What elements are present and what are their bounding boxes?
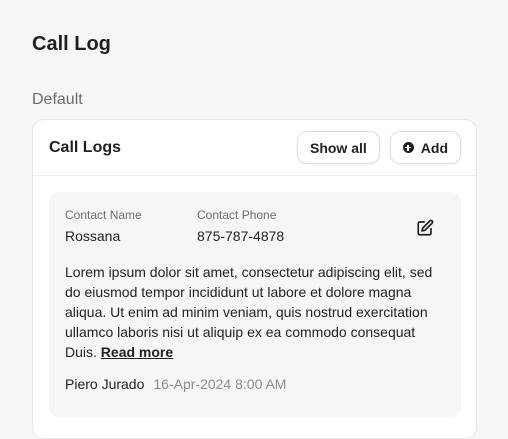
contact-name-value: Rossana xyxy=(65,228,121,244)
section-label: Default xyxy=(32,91,83,108)
contact-phone-label: Contact Phone xyxy=(197,208,277,222)
show-all-label: Show all xyxy=(309,139,367,156)
show-all-button[interactable]: Show all xyxy=(296,131,380,164)
log-author: Piero Jurado xyxy=(65,376,145,392)
card-header: Call Logs Show all Add xyxy=(33,120,476,176)
log-meta: Piero Jurado 16-Apr-2024 8:00 AM xyxy=(65,376,445,392)
log-timestamp: 16-Apr-2024 8:00 AM xyxy=(153,376,287,392)
contact-phone-value: 875-787-4878 xyxy=(197,228,285,244)
card-title: Call Logs xyxy=(49,138,122,156)
plus-circle-icon xyxy=(402,142,414,153)
card-actions: Show all Add xyxy=(296,131,461,164)
contact-phone-field: Contact Phone 875-787-4878 xyxy=(197,208,284,244)
add-label: Add xyxy=(420,139,448,156)
contact-name-field: Contact Name Rossana xyxy=(65,208,197,244)
page-title: Call Log xyxy=(32,33,111,55)
call-description: Lorem ipsum dolor sit amet, consectetur … xyxy=(65,262,445,362)
edit-icon[interactable] xyxy=(416,219,434,237)
call-logs-card: Call Logs Show all Add Contact Name Ross… xyxy=(32,119,477,439)
contact-fields: Contact Name Rossana Contact Phone 875-7… xyxy=(65,208,445,244)
read-more-link[interactable]: Read more xyxy=(101,344,173,360)
call-log-item: Contact Name Rossana Contact Phone 875-7… xyxy=(49,192,461,417)
contact-name-label: Contact Name xyxy=(65,208,142,222)
add-button[interactable]: Add xyxy=(389,131,461,164)
